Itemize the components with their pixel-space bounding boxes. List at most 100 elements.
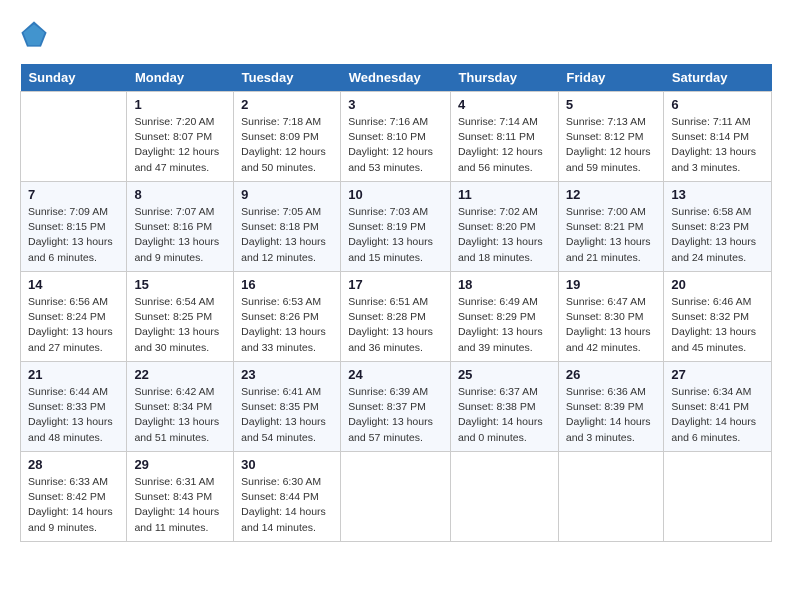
- calendar-cell: 25Sunrise: 6:37 AM Sunset: 8:38 PM Dayli…: [450, 362, 558, 452]
- day-number: 24: [348, 367, 443, 382]
- day-info: Sunrise: 6:47 AM Sunset: 8:30 PM Dayligh…: [566, 295, 657, 356]
- calendar-cell: [664, 452, 772, 542]
- day-info: Sunrise: 6:53 AM Sunset: 8:26 PM Dayligh…: [241, 295, 333, 356]
- logo-icon: [20, 20, 48, 48]
- header-cell-saturday: Saturday: [664, 64, 772, 92]
- day-number: 27: [671, 367, 764, 382]
- header-cell-thursday: Thursday: [450, 64, 558, 92]
- calendar-week-5: 28Sunrise: 6:33 AM Sunset: 8:42 PM Dayli…: [21, 452, 772, 542]
- day-info: Sunrise: 6:51 AM Sunset: 8:28 PM Dayligh…: [348, 295, 443, 356]
- calendar-cell: 17Sunrise: 6:51 AM Sunset: 8:28 PM Dayli…: [341, 272, 451, 362]
- day-info: Sunrise: 7:20 AM Sunset: 8:07 PM Dayligh…: [134, 115, 226, 176]
- day-number: 6: [671, 97, 764, 112]
- day-number: 3: [348, 97, 443, 112]
- day-number: 29: [134, 457, 226, 472]
- day-number: 26: [566, 367, 657, 382]
- day-info: Sunrise: 7:00 AM Sunset: 8:21 PM Dayligh…: [566, 205, 657, 266]
- day-info: Sunrise: 7:02 AM Sunset: 8:20 PM Dayligh…: [458, 205, 551, 266]
- day-info: Sunrise: 7:16 AM Sunset: 8:10 PM Dayligh…: [348, 115, 443, 176]
- calendar-cell: [21, 92, 127, 182]
- day-number: 9: [241, 187, 333, 202]
- calendar-cell: 29Sunrise: 6:31 AM Sunset: 8:43 PM Dayli…: [127, 452, 234, 542]
- day-number: 16: [241, 277, 333, 292]
- day-number: 30: [241, 457, 333, 472]
- calendar-cell: 28Sunrise: 6:33 AM Sunset: 8:42 PM Dayli…: [21, 452, 127, 542]
- day-info: Sunrise: 6:42 AM Sunset: 8:34 PM Dayligh…: [134, 385, 226, 446]
- calendar-cell: 2 Sunrise: 7:18 AM Sunset: 8:09 PM Daylig…: [234, 92, 341, 182]
- calendar-cell: [450, 452, 558, 542]
- calendar-cell: 27Sunrise: 6:34 AM Sunset: 8:41 PM Dayli…: [664, 362, 772, 452]
- day-info: Sunrise: 6:58 AM Sunset: 8:23 PM Dayligh…: [671, 205, 764, 266]
- calendar-cell: 8 Sunrise: 7:07 AM Sunset: 8:16 PM Daylig…: [127, 182, 234, 272]
- calendar-cell: 23 Sunrise: 6:41 AM Sunset: 8:35 PM Dayli…: [234, 362, 341, 452]
- calendar-cell: 1 Sunrise: 7:20 AM Sunset: 8:07 PM Daylig…: [127, 92, 234, 182]
- day-number: 23: [241, 367, 333, 382]
- day-number: 20: [671, 277, 764, 292]
- day-number: 5: [566, 97, 657, 112]
- calendar-header: SundayMondayTuesdayWednesdayThursdayFrid…: [21, 64, 772, 92]
- calendar-cell: 3 Sunrise: 7:16 AM Sunset: 8:10 PM Daylig…: [341, 92, 451, 182]
- calendar-cell: 11 Sunrise: 7:02 AM Sunset: 8:20 PM Dayli…: [450, 182, 558, 272]
- day-number: 8: [134, 187, 226, 202]
- calendar-cell: 21Sunrise: 6:44 AM Sunset: 8:33 PM Dayli…: [21, 362, 127, 452]
- calendar-cell: 7 Sunrise: 7:09 AM Sunset: 8:15 PM Daylig…: [21, 182, 127, 272]
- calendar-cell: 26 Sunrise: 6:36 AM Sunset: 8:39 PM Dayli…: [558, 362, 664, 452]
- day-number: 19: [566, 277, 657, 292]
- day-info: Sunrise: 6:36 AM Sunset: 8:39 PM Dayligh…: [566, 385, 657, 446]
- header-cell-tuesday: Tuesday: [234, 64, 341, 92]
- calendar-cell: 9 Sunrise: 7:05 AM Sunset: 8:18 PM Daylig…: [234, 182, 341, 272]
- day-number: 18: [458, 277, 551, 292]
- calendar-cell: [341, 452, 451, 542]
- calendar-cell: 6 Sunrise: 7:11 AM Sunset: 8:14 PM Daylig…: [664, 92, 772, 182]
- calendar-cell: 13 Sunrise: 6:58 AM Sunset: 8:23 PM Dayli…: [664, 182, 772, 272]
- day-number: 10: [348, 187, 443, 202]
- day-number: 12: [566, 187, 657, 202]
- day-number: 13: [671, 187, 764, 202]
- calendar-cell: 24 Sunrise: 6:39 AM Sunset: 8:37 PM Dayli…: [341, 362, 451, 452]
- day-info: Sunrise: 7:09 AM Sunset: 8:15 PM Dayligh…: [28, 205, 119, 266]
- header-cell-sunday: Sunday: [21, 64, 127, 92]
- calendar-cell: 15 Sunrise: 6:54 AM Sunset: 8:25 PM Dayli…: [127, 272, 234, 362]
- day-info: Sunrise: 6:54 AM Sunset: 8:25 PM Dayligh…: [134, 295, 226, 356]
- calendar-cell: 14Sunrise: 6:56 AM Sunset: 8:24 PM Dayli…: [21, 272, 127, 362]
- calendar-week-4: 21Sunrise: 6:44 AM Sunset: 8:33 PM Dayli…: [21, 362, 772, 452]
- calendar-cell: 22 Sunrise: 6:42 AM Sunset: 8:34 PM Dayli…: [127, 362, 234, 452]
- day-info: Sunrise: 7:07 AM Sunset: 8:16 PM Dayligh…: [134, 205, 226, 266]
- calendar-cell: 30 Sunrise: 6:30 AM Sunset: 8:44 PM Dayli…: [234, 452, 341, 542]
- header-row: SundayMondayTuesdayWednesdayThursdayFrid…: [21, 64, 772, 92]
- calendar-cell: 12 Sunrise: 7:00 AM Sunset: 8:21 PM Dayli…: [558, 182, 664, 272]
- calendar-week-1: 1 Sunrise: 7:20 AM Sunset: 8:07 PM Daylig…: [21, 92, 772, 182]
- day-info: Sunrise: 6:30 AM Sunset: 8:44 PM Dayligh…: [241, 475, 333, 536]
- day-number: 15: [134, 277, 226, 292]
- day-number: 28: [28, 457, 119, 472]
- day-number: 22: [134, 367, 226, 382]
- day-number: 11: [458, 187, 551, 202]
- calendar-cell: 10 Sunrise: 7:03 AM Sunset: 8:19 PM Dayli…: [341, 182, 451, 272]
- calendar-cell: 19 Sunrise: 6:47 AM Sunset: 8:30 PM Dayli…: [558, 272, 664, 362]
- day-info: Sunrise: 7:13 AM Sunset: 8:12 PM Dayligh…: [566, 115, 657, 176]
- day-info: Sunrise: 7:11 AM Sunset: 8:14 PM Dayligh…: [671, 115, 764, 176]
- logo: [20, 20, 54, 48]
- day-info: Sunrise: 6:39 AM Sunset: 8:37 PM Dayligh…: [348, 385, 443, 446]
- day-number: 25: [458, 367, 551, 382]
- day-number: 4: [458, 97, 551, 112]
- day-number: 14: [28, 277, 119, 292]
- header-cell-wednesday: Wednesday: [341, 64, 451, 92]
- day-number: 7: [28, 187, 119, 202]
- day-number: 1: [134, 97, 226, 112]
- day-info: Sunrise: 7:18 AM Sunset: 8:09 PM Dayligh…: [241, 115, 333, 176]
- calendar-cell: 5 Sunrise: 7:13 AM Sunset: 8:12 PM Daylig…: [558, 92, 664, 182]
- calendar-cell: 18Sunrise: 6:49 AM Sunset: 8:29 PM Dayli…: [450, 272, 558, 362]
- calendar-week-2: 7 Sunrise: 7:09 AM Sunset: 8:15 PM Daylig…: [21, 182, 772, 272]
- header-cell-monday: Monday: [127, 64, 234, 92]
- calendar-body: 1 Sunrise: 7:20 AM Sunset: 8:07 PM Daylig…: [21, 92, 772, 542]
- day-number: 2: [241, 97, 333, 112]
- header-cell-friday: Friday: [558, 64, 664, 92]
- day-info: Sunrise: 6:46 AM Sunset: 8:32 PM Dayligh…: [671, 295, 764, 356]
- page-header: [20, 20, 772, 48]
- calendar-cell: 20 Sunrise: 6:46 AM Sunset: 8:32 PM Dayli…: [664, 272, 772, 362]
- day-info: Sunrise: 7:05 AM Sunset: 8:18 PM Dayligh…: [241, 205, 333, 266]
- day-info: Sunrise: 6:41 AM Sunset: 8:35 PM Dayligh…: [241, 385, 333, 446]
- day-info: Sunrise: 7:03 AM Sunset: 8:19 PM Dayligh…: [348, 205, 443, 266]
- calendar-cell: 4Sunrise: 7:14 AM Sunset: 8:11 PM Daylig…: [450, 92, 558, 182]
